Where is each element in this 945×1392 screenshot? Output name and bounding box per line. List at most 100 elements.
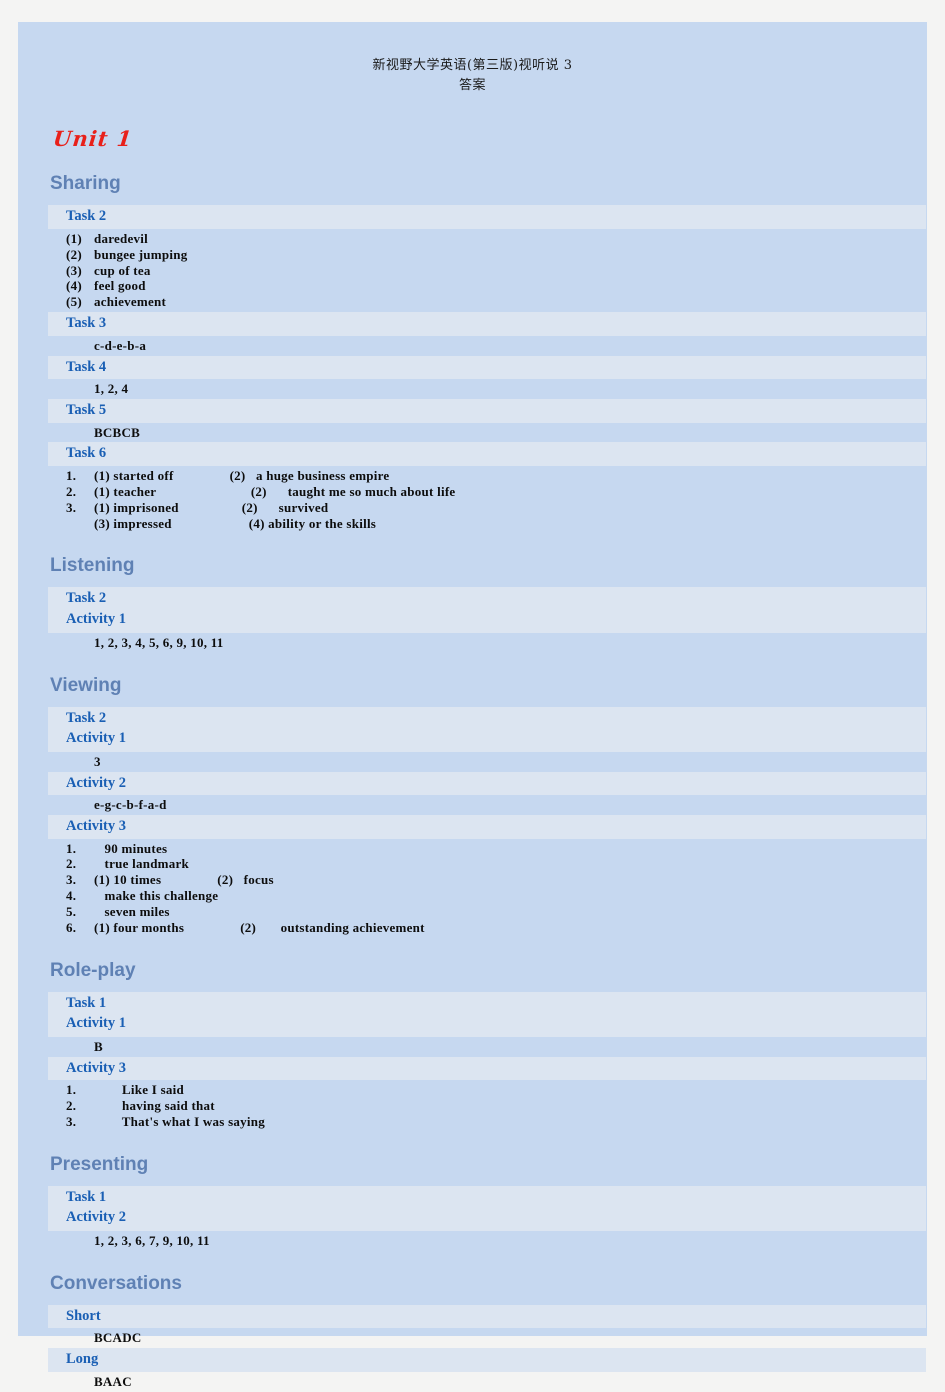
answer-number: 3. [66,1114,77,1129]
answer-number: (1) [66,230,82,246]
task-label: Activity 3 [66,1059,126,1076]
answer-line: 1. Like I said [66,1082,926,1098]
task-label-bar: Activity 2 [48,771,926,796]
task-label: Activity 1 [66,1015,126,1032]
answer-text-primary: (1) teacher [94,483,157,499]
answer-line: 3. (1) 10 times (2) focus [66,872,926,888]
answer-block: (1) daredevil (2) bungee jumping (3) cup of t… [48,229,926,312]
answer-line: 3. That's what I was saying [66,1114,926,1130]
answer-text-secondary: (4) ability or the skills [227,515,377,531]
section-heading: Listening [50,555,135,577]
answer-number: 1. [66,468,77,484]
answer-block: BCBCB [48,423,926,443]
answer-line: 1, 2, 3, 6, 7, 9, 10, 11 [66,1233,926,1249]
document-title: 新视野大学英语(第三版)视听说 3 答案 [18,22,927,96]
answer-text-primary: That's what I was saying [94,1114,266,1129]
section-heading: Viewing [50,674,122,696]
answer-text-primary: daredevil [94,230,149,246]
answer-block: c-d-e-b-a [48,336,926,356]
task-label-bar: Short [48,1304,926,1329]
answer-text-primary: seven miles [94,903,170,919]
answer-number: 1. [66,1082,77,1098]
unit-heading: Unit 1 [52,126,134,152]
task-label: Activity 1 [66,611,126,628]
answer-block: 1. Like I said 2. having said that 3. That… [48,1080,926,1132]
answer-text-primary: (1) started off [94,468,174,484]
answer-line: (4) feel good [66,278,926,294]
task-label: Long [66,1351,99,1368]
answer-number: (2) [66,246,82,262]
task-label-bar: Task 5 [48,399,926,423]
answer-line: c-d-e-b-a [66,338,926,354]
answer-block: e-g-c-b-f-a-d [48,795,926,815]
answer-text-primary: cup of tea [94,262,151,278]
section-heading: Conversations [50,1272,182,1294]
answer-text-primary: c-d-e-b-a [94,337,147,353]
answer-line: (3) impressed (4) ability or the skills [66,516,926,532]
answer-text-primary: Like I said [94,1082,184,1098]
answer-line: e-g-c-b-f-a-d [66,797,926,813]
answer-line: 2. true landmark [66,856,926,872]
answer-block: 1, 2, 3, 6, 7, 9, 10, 11 [48,1231,926,1251]
task-label: Activity 1 [66,730,126,747]
answer-text-primary: (1) four months [94,919,185,935]
answer-number: (5) [66,294,82,310]
answer-number: 5. [66,903,77,919]
answer-text-primary: 90 minutes [94,840,168,856]
answer-number: 2. [66,1098,77,1114]
answer-line: 1. 90 minutes [66,841,926,857]
answer-text-primary: 1, 2, 3, 4, 5, 6, 9, 10, 11 [94,634,224,650]
answer-block: 1. 90 minutes 2. true landmark 3. (1) 10 ti… [48,839,926,938]
task-label-bar: Task 2 [48,205,926,229]
answer-line: 3 [66,754,926,770]
answer-block: 3 [48,752,926,772]
answer-line: (2) bungee jumping [66,247,926,263]
task-label: Task 2 [66,208,107,225]
section-heading: Sharing [50,173,121,195]
task-label-bar: Task 3 [48,312,926,336]
answer-text-primary: (3) impressed [94,515,172,531]
task-label-bar: Activity 3 [48,1056,926,1081]
task-label: Task 3 [66,315,107,332]
task-label: Task 6 [66,445,107,462]
answer-line: 6. (1) four months (2) outstanding achieve… [66,920,926,936]
section-heading: Presenting [50,1153,149,1175]
task-label: Task 5 [66,402,107,419]
answer-line: BCADC [66,1330,926,1346]
task-label-bar: Task 1 Activity 1 [48,991,926,1037]
answer-number: 4. [66,888,77,904]
answer-number: (3) [66,262,82,278]
task-label: Activity 2 [66,1209,126,1226]
answer-text-primary: 3 [94,753,101,769]
task-label-bar: Task 4 [48,355,926,380]
task-label-bar: Task 1 Activity 2 [48,1185,926,1232]
section-heading: Role-play [50,959,136,981]
answer-number: 6. [66,919,77,935]
answer-text-primary: feel good [94,278,146,294]
task-label: Task 4 [66,358,107,375]
answer-line: (1) daredevil [66,231,926,247]
answer-text-secondary: (2) outstanding achievement [240,919,425,935]
answer-text-primary: BCBCB [94,424,141,440]
answer-line: 3. (1) imprisoned (2) survived [66,500,926,516]
answer-text-primary: e-g-c-b-f-a-d [94,797,167,813]
answer-text-secondary: (2) focus [217,872,274,888]
answer-line: 1. (1) started off (2) a huge business emp… [66,468,926,484]
task-label: Activity 2 [66,774,126,791]
answer-text-secondary: (2) taught me so much about life [212,483,456,499]
task-label: Activity 3 [66,817,126,834]
answer-line: 2. (1) teacher (2) taught me so much abou… [66,484,926,500]
answer-text-primary: (1) imprisoned [94,499,179,515]
task-label-bar: Long [48,1348,926,1372]
answer-text-primary: 1, 2, 3, 6, 7, 9, 10, 11 [94,1233,210,1249]
answer-number: 1. [66,840,77,856]
answer-number: 2. [66,483,77,499]
answer-text-secondary: (2) survived [234,499,329,515]
task-label: Short [66,1307,101,1324]
answer-line: (5) achievement [66,294,926,310]
answer-text-primary: having said that [94,1098,215,1114]
answer-line: 2. having said that [66,1098,926,1114]
answer-text-primary: (1) 10 times [94,872,162,888]
answer-block: 1, 2, 4 [48,379,926,399]
task-label-bar: Task 6 [48,442,926,467]
